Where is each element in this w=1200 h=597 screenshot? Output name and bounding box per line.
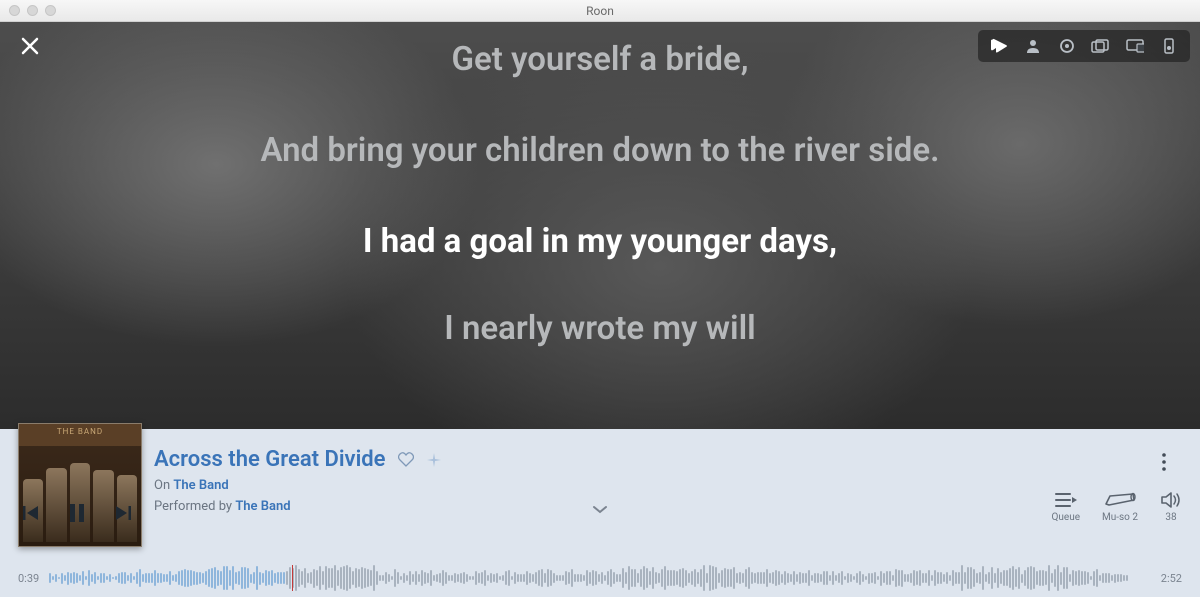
- window-titlebar: Roon: [0, 0, 1200, 22]
- elapsed-time: 0:39: [18, 572, 39, 585]
- zone-controls: Queue Mu-so 2 38: [1052, 491, 1183, 523]
- volume-value: 38: [1165, 512, 1176, 523]
- album-art-label: THE BAND: [19, 427, 141, 436]
- lyrics-lines: Get yourself a bride, And bring your chi…: [0, 22, 1200, 429]
- lyrics-stage: Get yourself a bride, And bring your chi…: [0, 22, 1200, 429]
- focus-icon[interactable]: [426, 452, 442, 468]
- on-prefix: On: [154, 478, 173, 493]
- favorite-icon[interactable]: [398, 452, 414, 467]
- total-time: 2:52: [1161, 572, 1182, 585]
- now-playing-bar: THE BAND Across the Great Divide On The …: [0, 429, 1200, 597]
- expand-handle-icon[interactable]: [591, 503, 609, 515]
- waveform-seekbar[interactable]: [49, 567, 1151, 589]
- lyric-line: And bring your children down to the rive…: [260, 131, 939, 170]
- queue-label: Queue: [1052, 512, 1081, 523]
- progress-row: 0:39 2:52: [18, 565, 1182, 591]
- window-title: Roon: [0, 4, 1200, 18]
- now-playing-info: THE BAND Across the Great Divide On The …: [0, 429, 1200, 549]
- next-button[interactable]: [114, 505, 132, 521]
- pause-button[interactable]: [68, 503, 86, 523]
- track-title[interactable]: Across the Great Divide: [154, 447, 386, 472]
- lyric-line: I nearly wrote my will: [444, 309, 755, 348]
- lyric-line: Get yourself a bride,: [452, 40, 749, 79]
- album-link[interactable]: The Band: [173, 478, 228, 493]
- playhead-cursor[interactable]: [292, 565, 293, 591]
- more-menu-button[interactable]: [1162, 453, 1180, 471]
- album-line: On The Band: [154, 478, 442, 493]
- transport-controls: [0, 501, 132, 523]
- volume-button[interactable]: 38: [1160, 491, 1182, 523]
- zone-button[interactable]: Mu-so 2: [1102, 491, 1138, 523]
- queue-button[interactable]: Queue: [1052, 491, 1081, 523]
- zone-label: Mu-so 2: [1102, 512, 1138, 523]
- lyric-line-current: I had a goal in my younger days,: [363, 222, 837, 261]
- previous-button[interactable]: [22, 505, 40, 521]
